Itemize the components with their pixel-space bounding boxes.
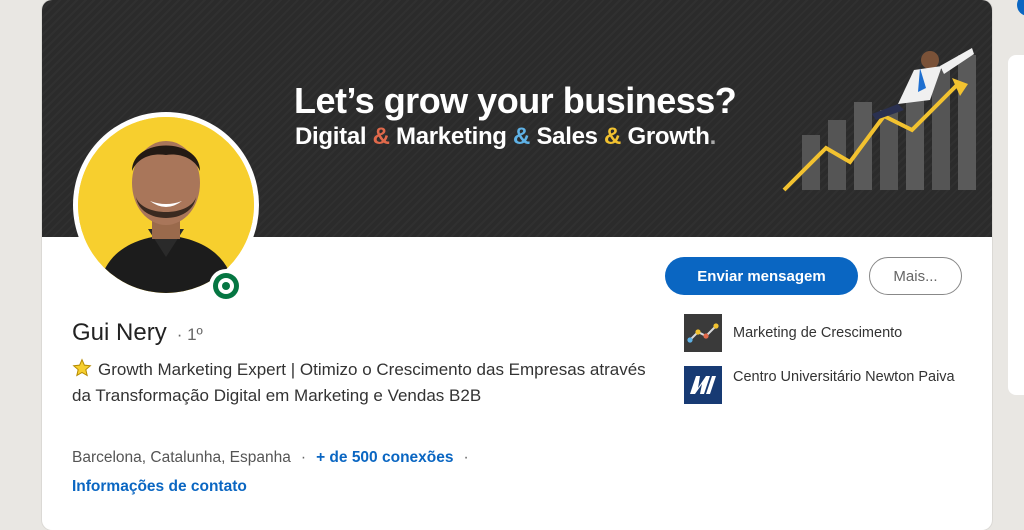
org-name-marketing: Marketing de Crescimento	[733, 325, 903, 341]
contact-info-link[interactable]: Informações de contato	[72, 478, 247, 496]
chart-line-icon	[684, 314, 722, 352]
org-name-university: Centro Universitário Newton Paiva	[733, 369, 955, 385]
banner-word-sales: Sales	[536, 123, 605, 150]
side-card-edge	[1008, 55, 1024, 395]
profile-meta: Barcelona, Catalunha, Espanha · + de 500…	[72, 449, 479, 467]
location-text: Barcelona, Catalunha, Espanha	[72, 449, 291, 466]
banner-word-growth: Growth	[627, 123, 710, 150]
banner-word-marketing: Marketing	[396, 123, 514, 150]
banner-amp-3: &	[604, 123, 628, 150]
profile-photo	[78, 117, 254, 293]
nm-logo-icon	[684, 366, 722, 404]
banner-word-digital: Digital	[295, 123, 373, 150]
banner-amp-1: &	[372, 123, 397, 150]
profile-name: Gui Nery	[72, 319, 167, 346]
more-actions-button[interactable]: Mais...	[869, 257, 962, 295]
growth-chart-illustration	[782, 48, 976, 192]
avatar[interactable]	[78, 117, 254, 293]
profile-headline: Growth Marketing Expert | Otimizo o Cres…	[72, 357, 652, 409]
online-status-badge	[209, 269, 243, 303]
org-item-university[interactable]: Centro Universitário Newton Paiva	[684, 366, 983, 404]
profile-card: Let’s grow your business? Digital & Mark…	[42, 0, 992, 530]
separator-dot-2: ·	[463, 449, 469, 466]
org-item-marketing[interactable]: Marketing de Crescimento	[684, 314, 983, 352]
connections-link[interactable]: + de 500 conexões	[316, 449, 453, 467]
headline-text: Growth Marketing Expert | Otimizo o Cres…	[72, 360, 646, 405]
banner-amp-2: &	[513, 123, 537, 150]
star-icon	[72, 358, 92, 377]
banner-subtitle: Digital & Marketing & Sales & Growth.	[295, 123, 716, 151]
separator-dot: ·	[300, 449, 307, 466]
connection-degree: · 1º	[176, 325, 203, 344]
name-row: Gui Nery · 1º	[72, 319, 203, 347]
banner-title: Let’s grow your business?	[294, 80, 737, 121]
banner-period: .	[709, 123, 717, 150]
send-message-button[interactable]: Enviar mensagem	[665, 257, 858, 295]
